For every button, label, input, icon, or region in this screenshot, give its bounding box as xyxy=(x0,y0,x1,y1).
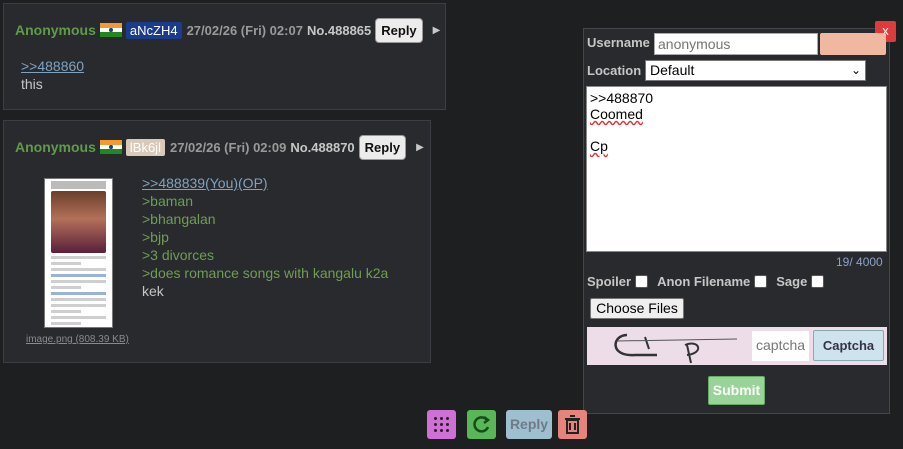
username-label: Username xyxy=(587,35,650,50)
anon-filename-checkbox[interactable] xyxy=(754,275,768,288)
india-flag-icon xyxy=(99,23,122,37)
post-text-line: kek xyxy=(142,283,164,299)
expand-arrow-icon[interactable]: ▶ xyxy=(416,142,424,153)
spoiler-checkbox[interactable] xyxy=(635,275,649,288)
post-text-line: this xyxy=(21,76,43,92)
poster-id[interactable]: lBk6jl xyxy=(125,138,165,156)
reply-button[interactable]: Reply xyxy=(358,134,407,160)
char-counter: 19/ 4000 xyxy=(836,255,883,269)
location-select[interactable]: Default ⌄ xyxy=(645,60,866,81)
captcha-input[interactable]: captcha xyxy=(752,331,809,361)
reply-button[interactable]: Reply xyxy=(375,17,423,43)
grid-icon[interactable] xyxy=(427,410,456,439)
post-number-link[interactable]: No.488870 xyxy=(290,140,354,155)
email-field[interactable] xyxy=(820,33,886,55)
thumbnail-caption xyxy=(51,181,106,189)
expand-arrow-icon[interactable]: ▶ xyxy=(433,25,441,36)
greentext-line: >baman xyxy=(142,193,193,209)
message-line xyxy=(590,122,883,138)
location-label: Location xyxy=(587,63,642,78)
greentext-line: >does romance songs with kangalu k2a xyxy=(142,265,389,281)
poster-id[interactable]: aNcZH4 xyxy=(125,21,182,39)
toolbar-reply-button[interactable]: Reply xyxy=(506,410,552,439)
username-input[interactable] xyxy=(654,33,818,55)
sage-checkbox[interactable] xyxy=(811,275,825,288)
captcha-image xyxy=(614,333,738,364)
poster-name: Anonymous xyxy=(15,139,96,155)
submit-button[interactable]: Submit xyxy=(708,376,765,405)
image-thumbnail[interactable] xyxy=(44,178,113,328)
quote-link[interactable]: >>488839(You)(OP) xyxy=(142,175,268,191)
post-header: Anonymous lBk6jl 27/02/26 (Fri) 02:09 No… xyxy=(15,133,424,161)
post-date: 27/02/26 (Fri) 02:07 xyxy=(186,22,303,38)
file-info-link[interactable]: image.png (808.39 KB) xyxy=(26,334,129,345)
message-line: Coomed xyxy=(590,106,643,122)
message-line: >>488870 xyxy=(590,90,654,106)
trash-icon[interactable] xyxy=(558,410,587,439)
quote-link[interactable]: >>488860 xyxy=(21,58,84,74)
spoiler-label: Spoiler xyxy=(587,274,632,289)
greentext-line: >bhangalan xyxy=(142,211,216,227)
anon-filename-label: Anon Filename xyxy=(657,274,751,289)
choose-files-button[interactable]: Choose Files xyxy=(590,298,684,319)
message-line: Cp xyxy=(590,138,608,154)
post-body: >>488860 this xyxy=(21,57,84,93)
greentext-line: >3 divorces xyxy=(142,247,214,263)
poster-name: Anonymous xyxy=(15,22,96,38)
chevron-down-icon: ⌄ xyxy=(850,63,861,77)
portrait-image xyxy=(51,191,106,253)
message-textarea[interactable]: >>488870 Coomed Cp xyxy=(586,86,887,252)
sage-label: Sage xyxy=(776,274,808,289)
greentext-line: >bjp xyxy=(142,229,169,245)
post-options: Spoiler Anon Filename Sage xyxy=(587,274,833,289)
post-header: Anonymous aNcZH4 27/02/26 (Fri) 02:07 No… xyxy=(15,16,440,44)
india-flag-icon xyxy=(99,140,122,154)
captcha-button[interactable]: Captcha xyxy=(813,330,884,361)
post-date: 27/02/26 (Fri) 02:09 xyxy=(169,139,287,155)
location-value: Default xyxy=(650,62,695,78)
refresh-icon[interactable] xyxy=(467,410,496,439)
post-number-link[interactable]: No.488865 xyxy=(307,23,371,38)
post-body: >>488839(You)(OP) >baman >bhangalan >bjp… xyxy=(142,174,388,300)
